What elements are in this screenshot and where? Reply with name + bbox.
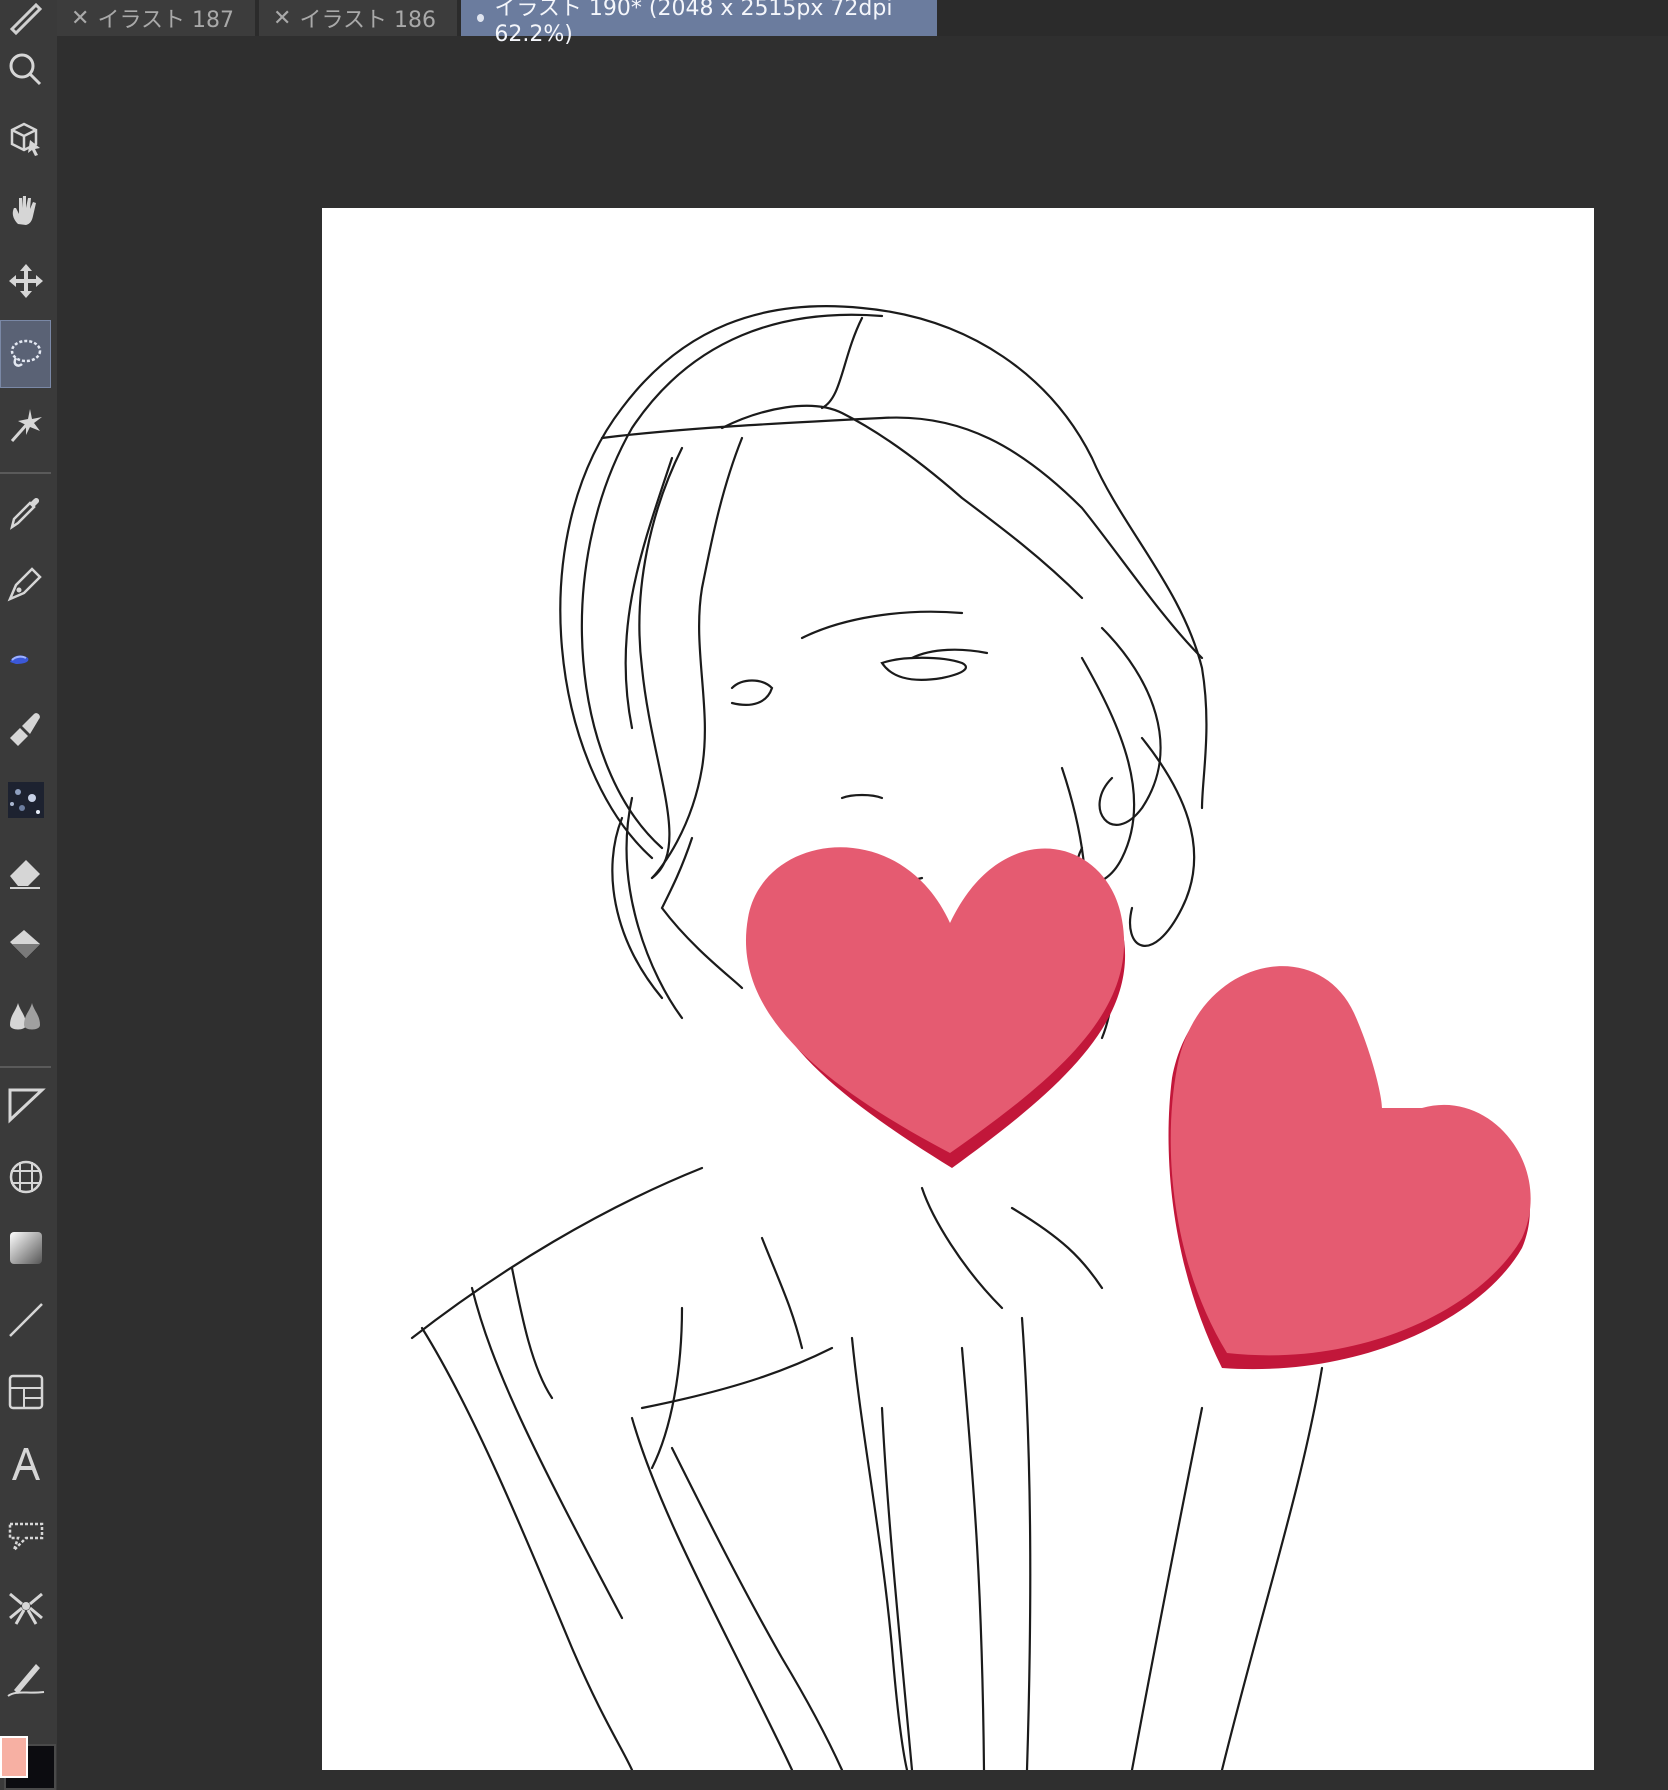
tab-label: イラスト 187 [97, 8, 234, 33]
gradient-icon [9, 1232, 42, 1264]
unsaved-dot-icon [477, 14, 485, 22]
3d-operation-tool[interactable] [0, 104, 51, 172]
blend-tool[interactable] [0, 981, 51, 1049]
hand-tool[interactable] [0, 176, 51, 244]
eyedropper-icon [9, 497, 39, 530]
ruler-icon [9, 1160, 42, 1194]
pencil-tool[interactable] [0, 622, 51, 690]
effect-line-icon [8, 1592, 43, 1625]
drawing-canvas[interactable] [322, 208, 1594, 1770]
tab-label: イラスト 190* (2048 x 2515px 72dpi 62.2%) [494, 0, 893, 47]
move-layer-icon [8, 264, 43, 298]
tab-illust-187[interactable]: ✕ イラスト 187 [57, 0, 257, 36]
3d-operation-icon [10, 122, 40, 156]
heart-left [745, 847, 1125, 1153]
brush-icon [9, 713, 40, 746]
auto-select-tool[interactable] [0, 391, 51, 459]
eyedropper-tool[interactable] [0, 477, 51, 545]
line-icon [8, 1303, 43, 1337]
line-tool[interactable] [0, 1286, 51, 1354]
pencil-icon [9, 655, 28, 664]
correct-line-icon [6, 1664, 44, 1697]
move-layer-tool[interactable] [0, 247, 51, 315]
zoom-tool[interactable] [0, 36, 51, 104]
main-color-swatch[interactable] [0, 1736, 28, 1778]
blend-icon [9, 1003, 40, 1030]
fill-tool[interactable] [0, 910, 51, 978]
brush-tool[interactable] [0, 694, 51, 762]
tool-palette [0, 0, 57, 1790]
tab-illust-186[interactable]: ✕ イラスト 186 [259, 0, 459, 36]
correct-line-tool[interactable] [0, 1646, 51, 1714]
tab-illust-190[interactable]: イラスト 190* (2048 x 2515px 72dpi 62.2%) [461, 0, 937, 47]
tab-label: イラスト 186 [299, 8, 436, 33]
eraser-icon [9, 860, 40, 889]
balloon-icon [8, 1522, 43, 1551]
auto-select-icon [10, 409, 42, 442]
document-tab-bar: ✕ イラスト 187 ✕ イラスト 186 イラスト 190* (2048 x … [57, 0, 1668, 47]
pen-shortcut-icon[interactable] [0, 0, 51, 36]
balloon-tool[interactable] [0, 1502, 51, 1570]
figure-icon [8, 1088, 46, 1124]
decoration-tool[interactable] [0, 766, 51, 834]
frame-border-tool[interactable] [0, 1358, 51, 1426]
decoration-icon [7, 782, 44, 818]
fill-icon [9, 930, 40, 958]
hand-icon [12, 196, 36, 225]
lasso-selection-tool[interactable] [0, 320, 51, 388]
pen-icon [7, 567, 42, 602]
close-icon[interactable]: ✕ [71, 6, 89, 31]
figure-tool[interactable] [0, 1070, 51, 1138]
gradient-tool[interactable] [0, 1214, 51, 1282]
sketch-artwork [410, 305, 1531, 1770]
pen-tool[interactable] [0, 549, 51, 617]
lasso-selection-icon [10, 339, 41, 367]
text-icon [11, 1448, 40, 1480]
effect-line-tool[interactable] [0, 1574, 51, 1642]
ruler-tool[interactable] [0, 1143, 51, 1211]
frame-border-icon [8, 1374, 43, 1410]
eraser-tool[interactable] [0, 838, 51, 906]
zoom-icon [9, 53, 41, 86]
close-icon[interactable]: ✕ [273, 6, 291, 31]
text-tool[interactable] [0, 1430, 51, 1498]
